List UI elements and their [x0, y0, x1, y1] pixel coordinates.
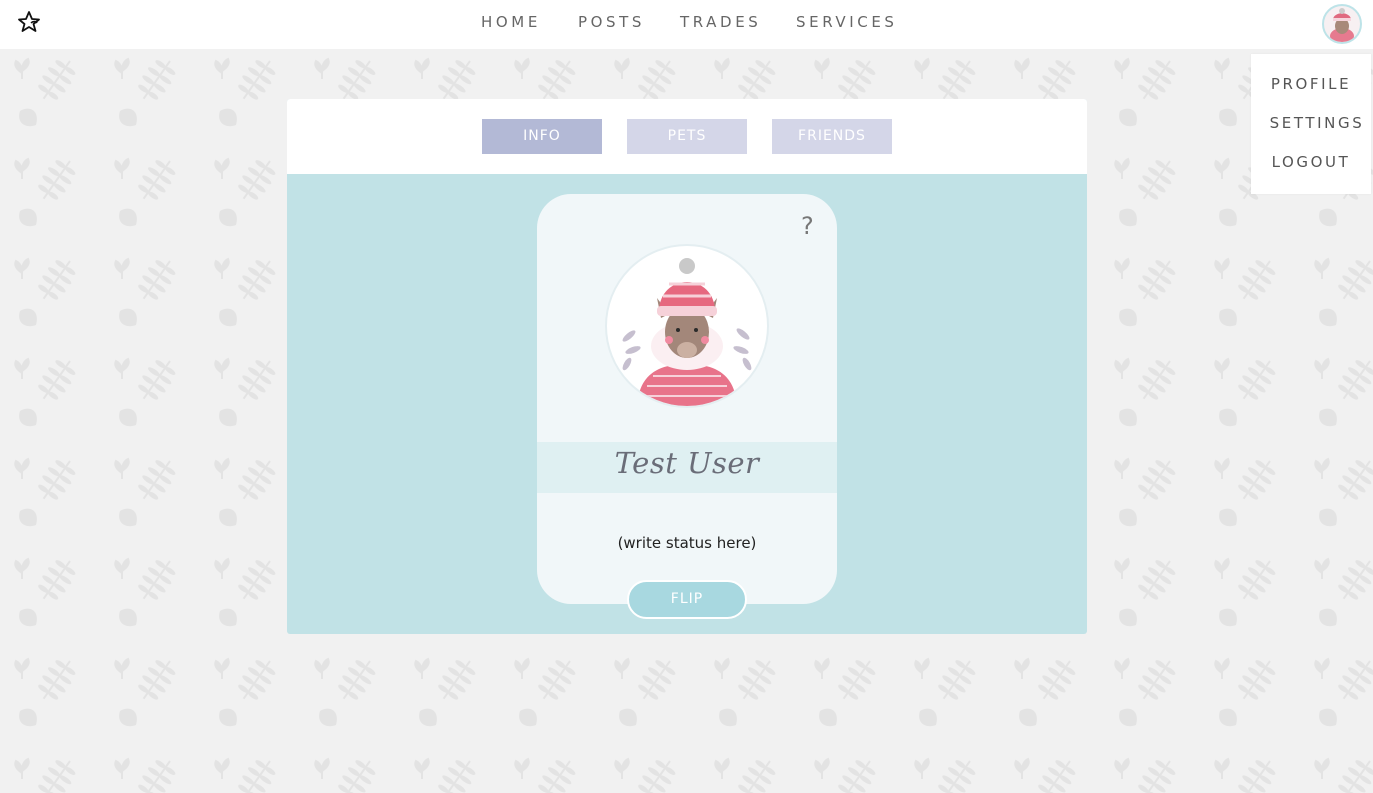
tab-info[interactable]: INFO — [482, 119, 602, 154]
nav-posts[interactable]: POSTS — [578, 13, 645, 31]
main-nav: HOME POSTS TRADES SERVICES — [0, 0, 1373, 44]
menu-logout[interactable]: LOGOUT — [1251, 153, 1371, 171]
status-text[interactable]: (write status here) — [537, 534, 837, 552]
username: Test User — [614, 446, 760, 480]
llama-avatar-icon — [1330, 8, 1354, 42]
profile-tabs: INFO PETS FRIENDS — [287, 99, 1087, 174]
username-band: Test User — [537, 442, 837, 493]
flip-button[interactable]: FLIP — [627, 580, 747, 619]
user-avatar[interactable] — [1322, 4, 1362, 44]
menu-profile[interactable]: PROFILE — [1251, 75, 1371, 93]
profile-avatar — [605, 244, 769, 408]
menu-settings[interactable]: SETTINGS — [1257, 114, 1373, 132]
help-icon[interactable]: ? — [801, 212, 814, 240]
tab-friends[interactable]: FRIENDS — [772, 119, 892, 154]
nav-trades[interactable]: TRADES — [680, 13, 761, 31]
nav-services[interactable]: SERVICES — [796, 13, 898, 31]
llama-with-hat-avatar-icon — [622, 258, 752, 406]
profile-panel: INFO PETS FRIENDS ? Test User (write sta… — [287, 99, 1087, 634]
tab-pets[interactable]: PETS — [627, 119, 747, 154]
user-dropdown-menu: PROFILE SETTINGS LOGOUT — [1251, 54, 1371, 194]
profile-card: ? Test User (write status here) — [537, 194, 837, 604]
top-navigation-bar: HOME POSTS TRADES SERVICES — [0, 0, 1373, 49]
nav-home[interactable]: HOME — [481, 13, 541, 31]
